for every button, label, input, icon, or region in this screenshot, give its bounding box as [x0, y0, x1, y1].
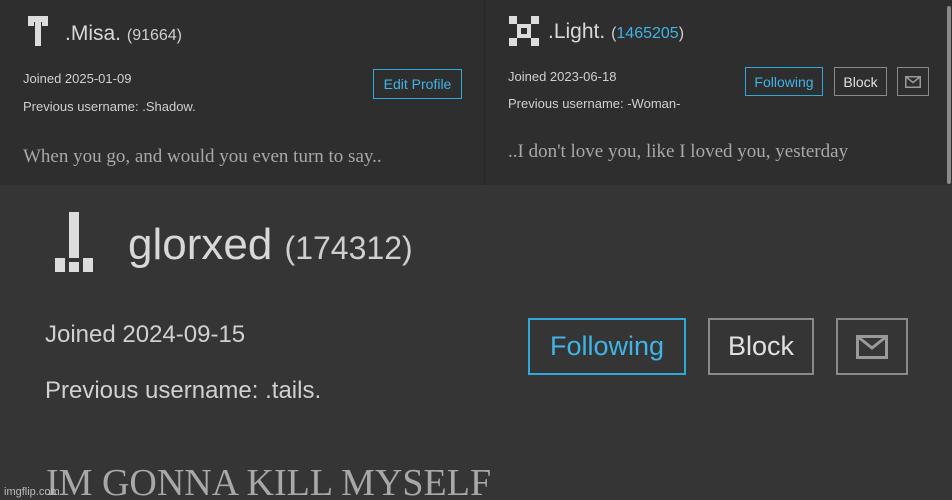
profile-bio: IM GONNA KILL MYSELF	[46, 462, 492, 500]
following-button[interactable]: Following	[745, 67, 823, 96]
block-button[interactable]: Block	[834, 67, 887, 96]
joined-date: Joined 2024-09-15	[45, 321, 246, 348]
user-score: (1465205)	[611, 25, 684, 42]
previous-username: Previous username: -Woman-	[508, 96, 681, 111]
profile-card-light: .Light. (1465205) Joined 2023-06-18 Prev…	[484, 0, 952, 185]
profile-card-glorxed: glorxed (174312) Joined 2024-09-15 Previ…	[0, 185, 952, 500]
display-name[interactable]: glorxed	[128, 220, 272, 269]
joined-date: Joined 2023-06-18	[508, 69, 617, 84]
user-score: (174312)	[284, 230, 413, 266]
score-paren-close: )	[678, 25, 685, 42]
display-name[interactable]: .Light.	[548, 20, 605, 43]
joined-date: Joined 2025-01-09	[23, 71, 132, 86]
previous-username: Previous username: .tails.	[45, 377, 322, 404]
message-button[interactable]	[897, 67, 929, 96]
username: glorxed (174312)	[128, 220, 413, 270]
following-button[interactable]: Following	[528, 318, 686, 375]
pixel-avatar-icon	[28, 16, 48, 46]
profile-card-misa: .Misa. (91664) Joined 2025-01-09 Previou…	[0, 0, 484, 185]
profile-bio: ..I don't love you, like I loved you, ye…	[508, 141, 849, 162]
envelope-icon	[856, 334, 888, 359]
scrollbar[interactable]	[947, 6, 951, 184]
username: .Light. (1465205)	[548, 20, 684, 44]
display-name[interactable]: .Misa.	[65, 22, 121, 45]
envelope-icon	[905, 75, 921, 88]
edit-profile-button[interactable]: Edit Profile	[373, 69, 462, 99]
message-button[interactable]	[836, 318, 908, 375]
username: .Misa. (91664)	[65, 22, 182, 46]
user-score: (91664)	[126, 27, 183, 44]
pixel-avatar-icon	[55, 212, 93, 272]
block-button[interactable]: Block	[708, 318, 814, 375]
score-value: 1465205	[616, 25, 679, 42]
profile-bio: When you go, and would you even turn to …	[23, 146, 382, 167]
watermark: imgflip.com	[4, 486, 60, 498]
previous-username: Previous username: .Shadow.	[23, 99, 196, 114]
pixel-avatar-icon	[509, 16, 539, 46]
